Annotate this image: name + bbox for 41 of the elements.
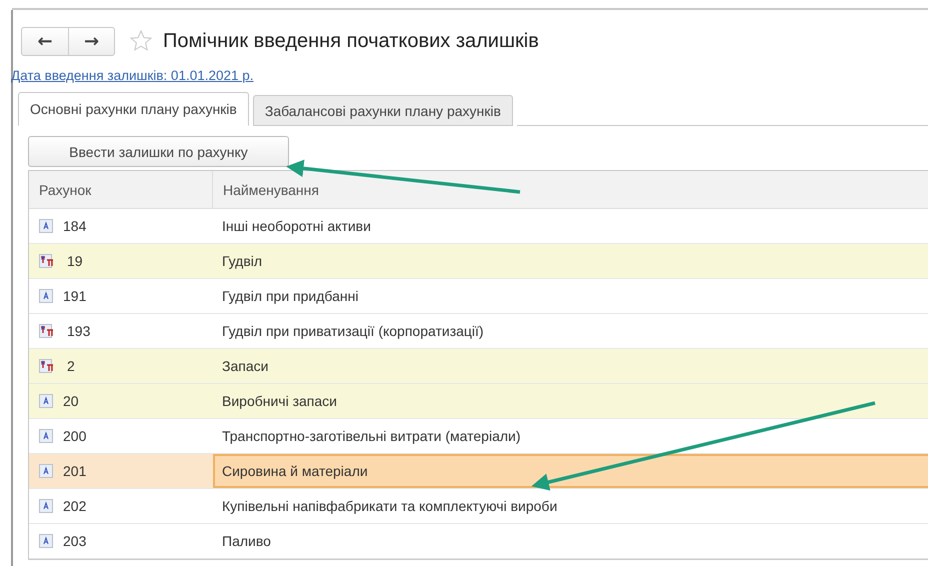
account-icon [39, 499, 53, 513]
tab[interactable]: Забалансові рахунки плану рахунків [252, 95, 513, 126]
account-icon [39, 394, 53, 408]
column-header[interactable]: Рахунок [29, 171, 213, 208]
table-row[interactable]: 19 Гудвіл [29, 244, 928, 279]
account-code: 201 [63, 463, 86, 479]
account-icon [39, 219, 53, 233]
account-name: Запаси [222, 358, 268, 374]
account-icon [39, 289, 53, 303]
account-code: 20 [63, 393, 79, 409]
tab[interactable]: Основні рахунки плану рахунків [18, 92, 249, 126]
account-name: Паливо [222, 533, 271, 549]
account-code: 200 [63, 428, 86, 444]
account-name: Гудвіл при придбанні [222, 288, 358, 304]
account-icon [39, 429, 53, 443]
account-name: Інші необоротні активи [222, 218, 371, 234]
account-name: Виробничі запаси [222, 393, 337, 409]
table-row[interactable]: 20 Виробничі запаси [29, 384, 928, 419]
account-name: Сировина й матеріали [222, 463, 368, 479]
account-code: 203 [63, 533, 86, 549]
star-icon[interactable] [129, 29, 153, 53]
account-name: Гудвіл при приватизації (корпоратизації) [222, 323, 484, 339]
account-icon [39, 464, 53, 478]
account-code: 191 [63, 288, 86, 304]
account-name: Гудвіл [222, 253, 262, 269]
account-code: 184 [63, 218, 86, 234]
window-title: Помічник введення початкових залишків [163, 30, 539, 52]
account-code: 202 [63, 498, 86, 514]
account-code: 19 [67, 253, 83, 269]
table-row[interactable]: 201 Сировина й матеріали [29, 454, 928, 489]
account-name: Транспортно-заготівельні витрати (матеріали) [222, 428, 521, 444]
column-header[interactable]: Найменування [213, 171, 928, 208]
forward-button[interactable]: → [68, 28, 114, 54]
account-name: Купівельні напівфабрикати та комплектуючі вироби [222, 498, 558, 514]
account-code: 2 [67, 358, 75, 374]
date-link[interactable]: Дата введення залишків: 01.01.2021 р. [11, 68, 928, 83]
enter-balances-button[interactable]: Ввести залишки по рахунку [28, 136, 289, 167]
account-code: 193 [67, 323, 90, 339]
table-row[interactable]: 2 Запаси [29, 349, 928, 384]
account-icon [39, 534, 53, 548]
back-button[interactable]: ← [22, 28, 68, 54]
